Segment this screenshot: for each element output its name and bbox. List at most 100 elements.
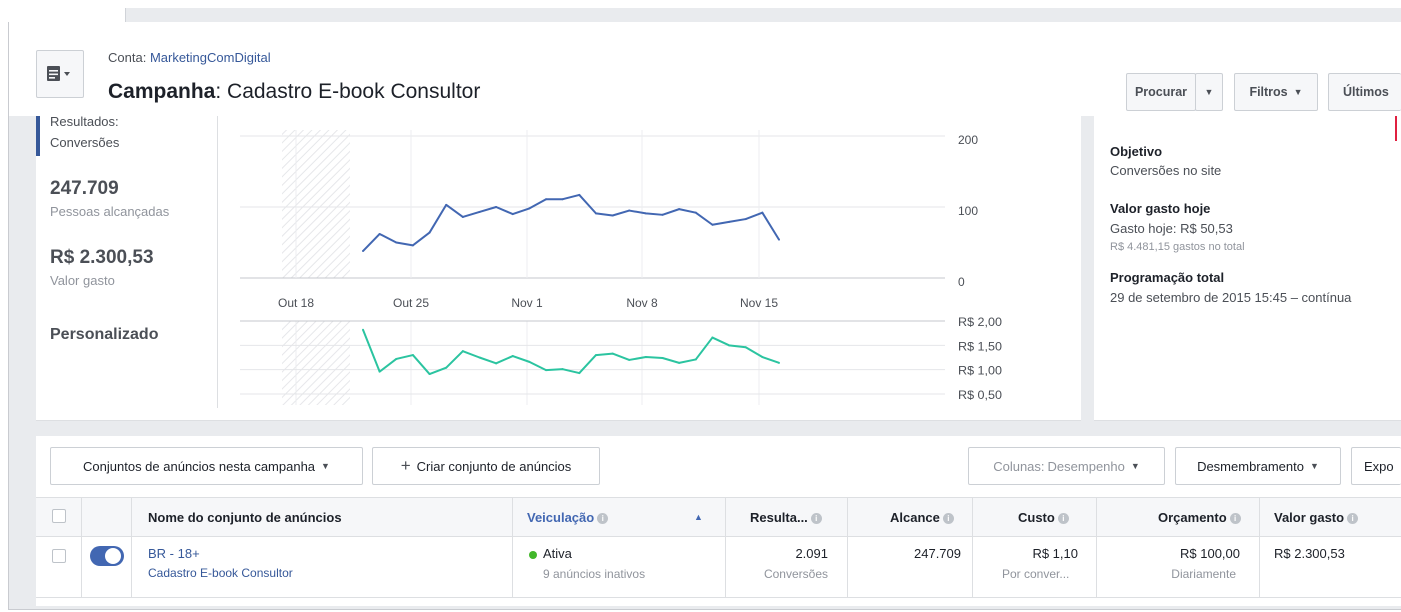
cost-point xyxy=(744,346,747,349)
results-sub: Conversões xyxy=(763,567,828,581)
caret-down-icon: ▼ xyxy=(321,461,330,471)
table-bottom-border xyxy=(36,597,1401,598)
conversions-point xyxy=(578,193,581,196)
reach-cell: 247.709 xyxy=(914,546,961,561)
columns-dropdown[interactable]: Colunas: Desempenho ▼ xyxy=(968,447,1165,485)
info-icon: i xyxy=(1347,513,1359,525)
schedule-title: Programação total xyxy=(1110,270,1225,285)
cost-point xyxy=(511,355,514,358)
spent-today-title: Valor gasto hoje xyxy=(1110,201,1211,216)
conversions-point xyxy=(478,210,481,213)
conversions-point xyxy=(411,244,414,247)
hatched-region xyxy=(282,321,350,405)
adsets-dropdown-label: Conjuntos de anúncios nesta campanha xyxy=(83,458,316,474)
column-budget[interactable]: Orçamento i xyxy=(1158,510,1241,525)
info-icon: i xyxy=(597,513,609,525)
conversions-point xyxy=(461,215,464,218)
column-reach[interactable]: Alcance i xyxy=(890,510,954,525)
y-tick-label: R$ 0,50 xyxy=(958,388,1002,402)
cost-value: R$ 1,10 xyxy=(1032,546,1078,561)
cost-point xyxy=(495,362,498,365)
column-reach-label: Alcance xyxy=(890,510,940,525)
conversions-point xyxy=(362,250,364,253)
column-spent-label: Valor gasto xyxy=(1274,510,1345,525)
conversions-point xyxy=(545,198,548,201)
row-checkbox[interactable] xyxy=(52,549,66,563)
y-tick-label: R$ 1,50 xyxy=(958,339,1002,353)
chart2-marks: R$ 2,00 R$ 1,50 R$ 1,00 R$ 0,50 xyxy=(362,315,1002,402)
conversions-point xyxy=(495,206,498,208)
y-tick-label: 100 xyxy=(958,204,978,218)
conversions-point xyxy=(445,203,448,206)
conversions-point xyxy=(694,211,697,214)
info-icon: i xyxy=(942,513,954,525)
column-results-label: Resulta... xyxy=(750,510,808,525)
breakdown-dropdown[interactable]: Desmembramento ▼ xyxy=(1175,447,1341,485)
cost-point xyxy=(395,357,398,360)
create-adset-button[interactable]: + Criar conjunto de anúncios xyxy=(372,447,600,485)
cost-point xyxy=(461,350,464,353)
cost-point xyxy=(694,358,697,361)
y-tick-label: R$ 2,00 xyxy=(958,315,1002,329)
column-delivery-label: Veiculação xyxy=(527,510,595,525)
column-spent[interactable]: Valor gasto i xyxy=(1274,510,1359,525)
chart1-marks: 200 100 0 Out 18 Out 25 Nov 1 Nov 8 Nov 15 xyxy=(278,133,978,310)
conversions-point xyxy=(761,211,764,214)
cost-line xyxy=(362,329,780,376)
adsets-dropdown[interactable]: Conjuntos de anúncios nesta campanha ▼ xyxy=(50,447,363,485)
caret-down-icon: ▼ xyxy=(1130,461,1140,471)
cost-point xyxy=(428,373,431,376)
sort-asc-icon: ▲ xyxy=(694,512,703,522)
export-button[interactable]: Expo xyxy=(1351,447,1401,485)
plus-icon: + xyxy=(400,456,411,475)
column-divider xyxy=(512,497,513,597)
conversions-point xyxy=(428,231,431,234)
caret-down-icon: ▼ xyxy=(1310,461,1319,471)
adset-campaign-link[interactable]: Cadastro E-book Consultor xyxy=(148,566,293,580)
conversions-point xyxy=(628,209,631,212)
column-results[interactable]: Resulta... i xyxy=(750,510,822,525)
cost-point xyxy=(378,370,381,373)
column-divider xyxy=(847,497,848,597)
toggle-knob xyxy=(105,548,121,564)
x-tick-label: Out 25 xyxy=(393,296,429,310)
info-icon: i xyxy=(1057,513,1069,525)
column-delivery[interactable]: Veiculação i ▲ xyxy=(527,510,703,525)
cost-point xyxy=(761,356,764,359)
cost-point xyxy=(711,336,714,339)
conversions-point xyxy=(594,212,597,215)
conversions-point xyxy=(678,208,681,211)
y-tick-label: R$ 1,00 xyxy=(958,364,1002,378)
conversions-line xyxy=(362,193,780,252)
conversions-point xyxy=(744,218,747,221)
cost-point xyxy=(528,360,531,363)
column-cost[interactable]: Custo i xyxy=(1018,510,1069,525)
cost-point xyxy=(628,358,631,361)
column-name[interactable]: Nome do conjunto de anúncios xyxy=(148,510,342,525)
select-all-checkbox[interactable] xyxy=(52,509,66,523)
delivery-toggle[interactable] xyxy=(90,546,124,566)
cost-point xyxy=(678,361,681,364)
columns-prefix: Colunas: xyxy=(993,458,1045,474)
cost-point xyxy=(578,372,581,375)
spent-cell: R$ 2.300,53 xyxy=(1274,546,1345,561)
cost-point xyxy=(478,356,481,359)
column-divider xyxy=(1259,497,1260,597)
column-cost-label: Custo xyxy=(1018,510,1055,525)
x-tick-label: Out 18 xyxy=(278,296,314,310)
column-divider xyxy=(725,497,726,597)
conversions-point xyxy=(644,212,647,215)
cost-point xyxy=(728,344,731,347)
delivery-status: Ativa xyxy=(543,546,572,561)
cost-point xyxy=(362,328,364,331)
results-value: 2.091 xyxy=(795,546,828,561)
create-adset-label: Criar conjunto de anúncios xyxy=(416,458,572,474)
spent-total: R$ 4.481,15 gastos no total xyxy=(1110,241,1245,253)
cost-sub: Por conver... xyxy=(1002,567,1070,581)
conversions-point xyxy=(711,223,714,226)
conversions-point xyxy=(561,198,564,201)
adset-name-link[interactable]: BR - 18+ xyxy=(148,546,200,561)
column-divider xyxy=(131,497,132,597)
column-budget-label: Orçamento xyxy=(1158,510,1227,525)
cost-point xyxy=(545,369,548,372)
